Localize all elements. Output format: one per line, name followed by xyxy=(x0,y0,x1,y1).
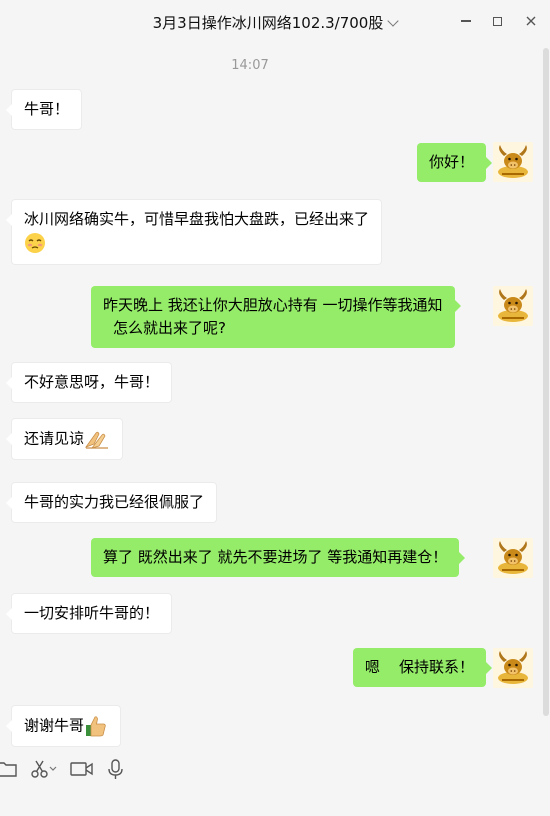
scissors-icon[interactable] xyxy=(30,758,58,780)
embarrassed-face-emoji-icon xyxy=(25,233,45,253)
outgoing-message[interactable]: 嗯 保持联系！ xyxy=(352,648,493,687)
message-text: 谢谢牛哥 xyxy=(24,716,85,735)
message-text: 你好！ xyxy=(428,153,474,171)
chevron-down-icon[interactable] xyxy=(387,15,400,27)
close-icon xyxy=(526,16,536,26)
avatar[interactable] xyxy=(493,648,533,688)
avatar[interactable] xyxy=(493,286,533,326)
outgoing-message[interactable]: 昨天晚上 我还让你大胆放心持有 一切操作等我通知 怎么就出来了呢? xyxy=(91,286,461,348)
video-call-icon[interactable] xyxy=(70,758,94,780)
input-toolbar xyxy=(0,752,550,786)
incoming-message[interactable]: 还请见谅 xyxy=(5,418,124,460)
message-text-line: 怎么就出来了呢? xyxy=(113,319,226,337)
message-timestamp: 14:07 xyxy=(231,58,269,73)
chat-title: 3月3日操作冰川网络102.3/700股 xyxy=(152,14,384,32)
thumbs-up-emoji-icon xyxy=(86,716,106,737)
outgoing-message[interactable]: 你好！ xyxy=(416,143,493,182)
incoming-message[interactable]: 牛哥的实力我已经很佩服了 xyxy=(5,482,218,523)
clasped-hands-emoji-icon xyxy=(84,431,109,449)
bull-avatar-icon xyxy=(493,538,533,578)
minimize-icon xyxy=(461,20,471,22)
title-bar: 3月3日操作冰川网络102.3/700股 xyxy=(0,0,550,46)
incoming-message[interactable]: 谢谢牛哥 xyxy=(5,705,122,747)
outgoing-message[interactable]: 算了 既然出来了 就先不要进场了 等我通知再建仓！ xyxy=(91,538,466,577)
folder-icon[interactable] xyxy=(0,758,18,780)
message-text: 还请见谅 xyxy=(24,429,85,448)
microphone-icon[interactable] xyxy=(106,758,126,780)
bull-avatar-icon xyxy=(493,648,533,688)
message-text: 一切安排听牛哥的！ xyxy=(24,604,160,622)
incoming-message[interactable]: 不好意思呀，牛哥！ xyxy=(5,362,173,403)
message-text-line: 昨天晚上 我还让你大胆放心持有 一切操作等我通知 xyxy=(103,296,443,314)
incoming-message[interactable]: 一切安排听牛哥的！ xyxy=(5,593,173,634)
message-text: 冰川网络确实牛，可惜早盘我怕大盘跌，已经出来了 xyxy=(24,210,370,228)
maximize-icon xyxy=(492,16,502,26)
chat-scrollbar[interactable] xyxy=(543,48,549,716)
bull-avatar-icon xyxy=(493,286,533,326)
avatar[interactable] xyxy=(493,538,533,578)
maximize-button[interactable] xyxy=(486,10,508,32)
incoming-message[interactable]: 牛哥！ xyxy=(5,89,83,130)
message-text: 算了 既然出来了 就先不要进场了 等我通知再建仓！ xyxy=(103,548,448,566)
close-button[interactable] xyxy=(520,10,542,32)
minimize-button[interactable] xyxy=(455,10,477,32)
message-text: 牛哥的实力我已经很佩服了 xyxy=(24,493,205,511)
incoming-message[interactable]: 冰川网络确实牛，可惜早盘我怕大盘跌，已经出来了 xyxy=(5,199,383,265)
message-text: 牛哥！ xyxy=(24,100,70,118)
avatar[interactable] xyxy=(493,142,533,182)
message-text: 不好意思呀，牛哥！ xyxy=(24,373,160,391)
message-text: 嗯 保持联系！ xyxy=(364,658,474,676)
bull-avatar-icon xyxy=(493,142,533,182)
